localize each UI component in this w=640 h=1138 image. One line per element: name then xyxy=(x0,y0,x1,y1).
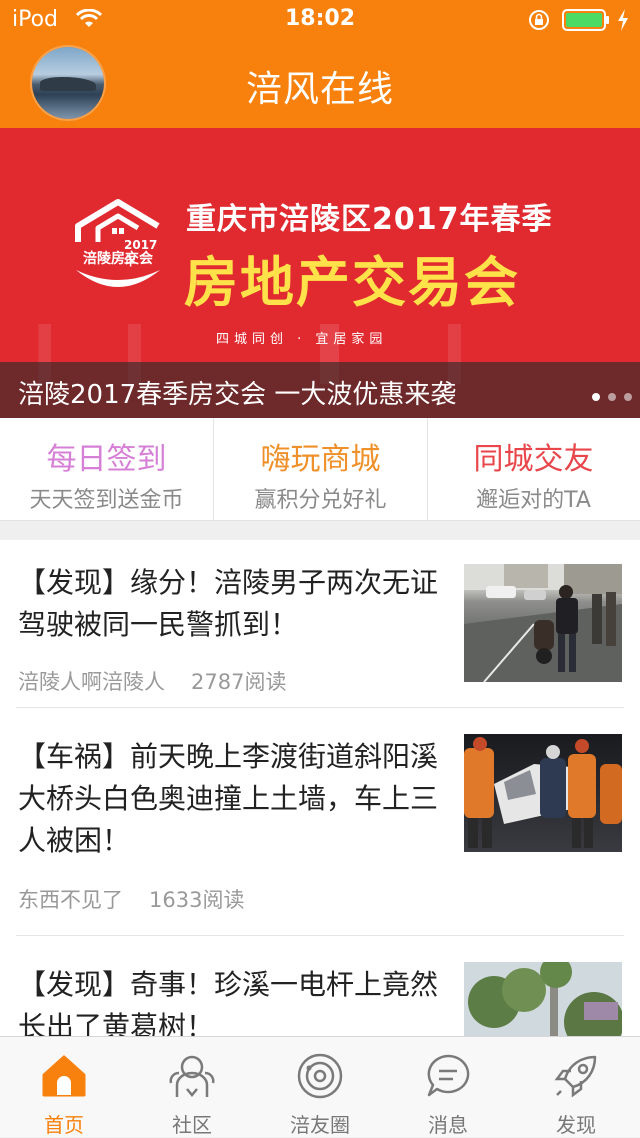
daily-checkin-entry[interactable]: 每日签到 天天签到送金币 xyxy=(0,418,213,520)
street-photo xyxy=(464,564,622,682)
tab-label: 消息 xyxy=(428,1113,468,1137)
home-icon xyxy=(42,1055,86,1097)
entry-title: 嗨玩商城 xyxy=(260,442,381,477)
status-bar: iPod 18:02 xyxy=(0,0,640,40)
news-title: 【发现】奇事！珍溪一电杆上竟然长出了黄葛树！ xyxy=(18,968,439,1036)
news-reads: 2787阅读 xyxy=(191,670,287,694)
tab-discover[interactable]: 发现 xyxy=(512,1037,640,1137)
banner-slogan: 四城同创 · 宜居家园 xyxy=(216,332,388,347)
pager-dot[interactable] xyxy=(608,393,616,401)
banner-caption-bar: 涪陵2017春季房交会 一大波优惠来袭 xyxy=(0,362,640,418)
news-item[interactable]: 【发现】缘分！涪陵男子两次无证驾驶被同一民警抓到！ 涪陵人啊涪陵人 2787阅读 xyxy=(0,540,640,708)
news-title: 【发现】缘分！涪陵男子两次无证驾驶被同一民警抓到！ xyxy=(18,566,439,641)
community-icon xyxy=(169,1055,215,1097)
page-title: 涪风在线 xyxy=(245,69,394,110)
banner-headline-1: 重庆市涪陵区2017年春季 xyxy=(186,202,553,237)
entry-title: 同城交友 xyxy=(473,442,594,477)
news-thumbnail xyxy=(464,564,622,682)
pager-dot[interactable] xyxy=(592,393,600,401)
rocket-icon xyxy=(554,1055,597,1098)
entry-title: 每日签到 xyxy=(46,442,167,477)
mall-entry[interactable]: 嗨玩商城 赢积分兑好礼 xyxy=(214,418,427,520)
rescue-photo xyxy=(464,737,622,848)
charging-icon xyxy=(618,9,628,31)
dating-entry[interactable]: 同城交友 邂逅对的TA xyxy=(427,418,640,520)
quick-entries: 每日签到 天天签到送金币 嗨玩商城 赢积分兑好礼 同城交友 邂逅对的TA xyxy=(0,418,640,521)
battery-icon xyxy=(562,9,609,31)
tab-label: 首页 xyxy=(44,1113,84,1137)
pager-dot[interactable] xyxy=(624,393,632,401)
tab-home[interactable]: 首页 xyxy=(0,1037,128,1137)
logo-swoosh-icon xyxy=(76,270,160,287)
housing-fair-logo: 2017年 涪陵房交会 xyxy=(72,198,164,304)
news-meta: 东西不见了 1633阅读 xyxy=(18,884,244,914)
rotation-lock-icon xyxy=(529,10,549,30)
tab-label: 社区 xyxy=(172,1113,212,1137)
entry-subtitle: 赢积分兑好礼 xyxy=(254,488,387,513)
tree-photo xyxy=(464,962,622,1036)
tab-moments[interactable]: 涪友圈 xyxy=(256,1037,384,1137)
tab-bar: 首页 社区 涪友圈 消息 发现 xyxy=(0,1036,640,1137)
news-thumbnail xyxy=(464,962,622,1036)
news-title: 【车祸】前天晚上李渡街道斜阳溪大桥头白色奥迪撞上土墙，车上三人被困！ xyxy=(18,740,439,857)
banner-headline-2: 房地产交易会 xyxy=(184,251,520,314)
entry-subtitle: 天天签到送金币 xyxy=(29,488,184,513)
news-item[interactable]: 【发现】奇事！珍溪一电杆上竟然长出了黄葛树！ xyxy=(0,936,640,1036)
app-header: iPod 18:02 涪风在线 xyxy=(0,0,640,128)
message-icon xyxy=(427,1054,470,1097)
banner-pager xyxy=(584,386,632,405)
news-author: 涪陵人啊涪陵人 xyxy=(18,670,165,694)
news-author: 东西不见了 xyxy=(18,888,123,912)
news-item[interactable]: 【车祸】前天晚上李渡街道斜阳溪大桥头白色奥迪撞上土墙，车上三人被困！ 东西不见了… xyxy=(0,708,640,936)
tab-messages[interactable]: 消息 xyxy=(384,1037,512,1137)
news-thumbnail xyxy=(464,734,622,852)
tab-label: 发现 xyxy=(556,1113,596,1137)
banner-caption: 涪陵2017春季房交会 一大波优惠来袭 xyxy=(18,380,457,410)
news-meta: 涪陵人啊涪陵人 2787阅读 xyxy=(18,666,286,696)
news-reads: 1633阅读 xyxy=(149,888,245,912)
promo-banner[interactable]: 2017年 涪陵房交会 重庆市涪陵区2017年春季 房地产交易会 四城同创 · … xyxy=(0,128,640,418)
tab-label: 涪友圈 xyxy=(290,1113,350,1137)
news-feed: 【发现】缘分！涪陵男子两次无证驾驶被同一民警抓到！ 涪陵人啊涪陵人 2787阅读 xyxy=(0,540,640,1036)
moments-icon xyxy=(297,1053,343,1099)
entry-subtitle: 邂逅对的TA xyxy=(476,488,591,513)
tab-community[interactable]: 社区 xyxy=(128,1037,256,1137)
